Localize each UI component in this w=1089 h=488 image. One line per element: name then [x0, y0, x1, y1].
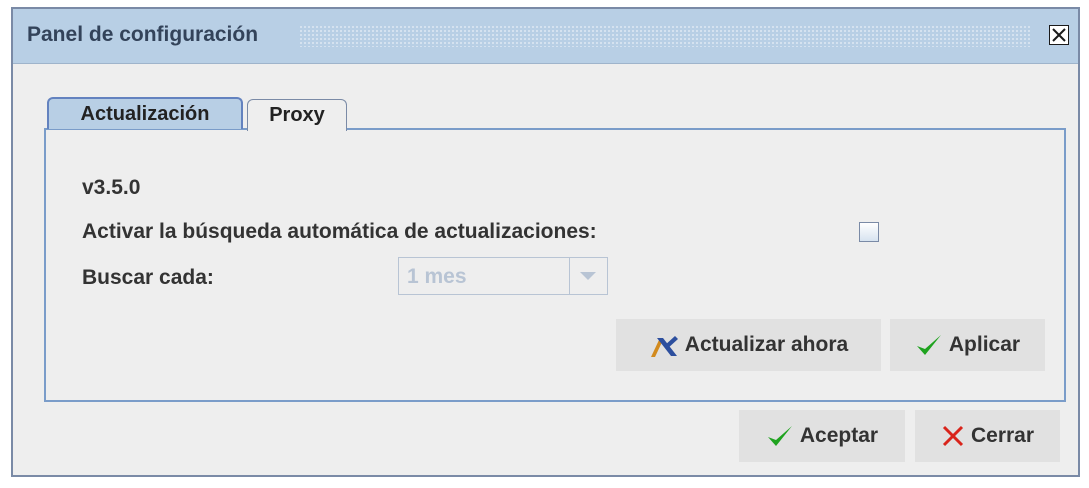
x-icon: [942, 425, 964, 447]
version-label: v3.5.0: [82, 176, 141, 199]
update-tab-panel: v3.5.0 Activar la búsqueda automática de…: [44, 128, 1066, 402]
title-bar-grip: [299, 25, 1032, 47]
aeat-logo-icon: [650, 336, 678, 357]
close-icon: [1052, 28, 1066, 42]
apply-button[interactable]: Aplicar: [890, 319, 1045, 371]
close-label: Cerrar: [970, 424, 1035, 447]
chevron-down-icon: [580, 272, 596, 280]
interval-select[interactable]: 1 mes: [398, 257, 608, 295]
accept-button[interactable]: Aceptar: [739, 410, 905, 462]
interval-label: Buscar cada:: [82, 266, 214, 289]
window-close-button[interactable]: [1049, 25, 1069, 45]
accept-label: Aceptar: [799, 424, 879, 447]
update-now-label: Actualizar ahora: [684, 333, 849, 356]
update-now-button[interactable]: Actualizar ahora: [616, 319, 881, 371]
checkmark-icon: [916, 335, 941, 355]
title-bar[interactable]: Panel de configuración: [13, 9, 1078, 64]
interval-select-arrow[interactable]: [569, 258, 607, 294]
config-dialog: Panel de configuración Actualización Pro…: [11, 7, 1080, 477]
tab-actualizacion[interactable]: Actualización: [47, 97, 243, 129]
tab-proxy[interactable]: Proxy: [247, 99, 347, 131]
auto-check-label: Activar la búsqueda automática de actual…: [82, 220, 597, 243]
auto-check-checkbox[interactable]: [859, 222, 879, 242]
close-button[interactable]: Cerrar: [915, 410, 1060, 462]
window-title: Panel de configuración: [27, 23, 269, 47]
apply-label: Aplicar: [948, 333, 1021, 356]
checkmark-icon: [767, 426, 792, 446]
interval-select-value: 1 mes: [407, 265, 467, 288]
